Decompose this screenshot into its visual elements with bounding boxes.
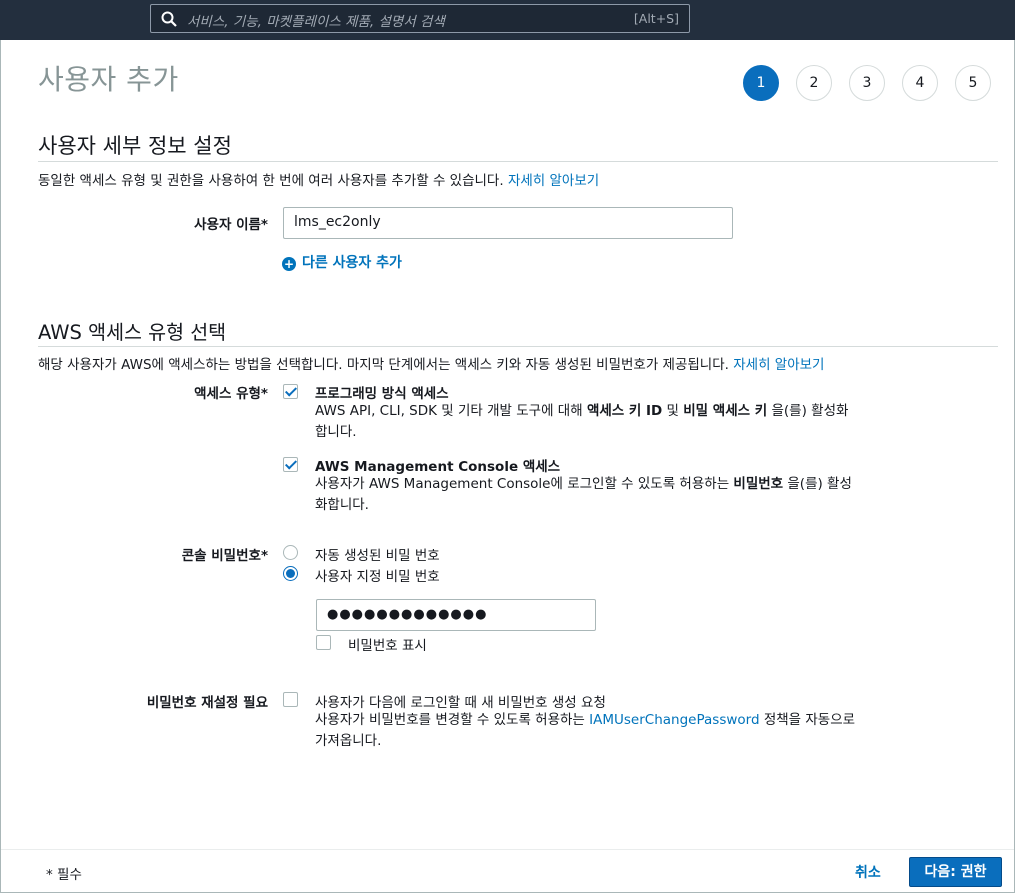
access-type-label: 액세스 유형* xyxy=(194,386,268,402)
prog-desc-1: AWS API, CLI, SDK 및 기타 개발 도구에 대해 xyxy=(315,403,587,419)
prog-desc-2: 및 xyxy=(662,403,684,419)
user-details-description: 동일한 액세스 유형 및 권한을 사용하여 한 번에 여러 사용자를 추가할 수… xyxy=(38,169,599,189)
console-password-label: 콘솔 비밀번호* xyxy=(181,548,268,564)
search-shortcut: [Alt+S] xyxy=(633,11,679,26)
cancel-button[interactable]: 취소 xyxy=(855,862,881,882)
search-icon xyxy=(161,11,177,27)
console-desc-1: 사용자가 AWS Management Console에 로그인할 수 있도록 … xyxy=(315,476,734,492)
user-details-desc-text: 동일한 액세스 유형 및 권한을 사용하여 한 번에 여러 사용자를 추가할 수… xyxy=(38,173,508,189)
add-another-user-button[interactable]: + 다른 사용자 추가 xyxy=(282,252,402,272)
top-navigation-bar: 서비스, 기능, 마켓플레이스 제품, 설명서 검색 [Alt+S] xyxy=(0,0,1015,40)
auto-password-radio[interactable] xyxy=(283,545,298,560)
prog-desc-bold-2: 비밀 액세스 키 xyxy=(683,403,768,419)
password-reset-checkbox[interactable] xyxy=(283,692,298,707)
auto-password-label: 자동 생성된 비밀 번호 xyxy=(315,548,440,564)
username-input[interactable]: lms_ec2only xyxy=(283,207,733,239)
step-3[interactable]: 3 xyxy=(849,65,885,101)
user-details-title: 사용자 세부 정보 설정 xyxy=(38,134,232,158)
policy-link[interactable]: IAMUserChangePassword xyxy=(589,712,759,728)
section-divider xyxy=(38,161,998,162)
access-type-title: AWS 액세스 유형 선택 xyxy=(38,321,227,344)
programmatic-access-title: 프로그래밍 방식 액세스 xyxy=(315,386,449,402)
console-access-checkbox[interactable] xyxy=(283,457,298,472)
console-access-title: AWS Management Console 액세스 xyxy=(315,459,561,475)
console-access-description: 사용자가 AWS Management Console에 로그인할 수 있도록 … xyxy=(315,474,860,516)
password-input[interactable]: ●●●●●●●●●●●●● xyxy=(316,599,596,631)
step-2[interactable]: 2 xyxy=(796,65,832,101)
custom-password-radio[interactable] xyxy=(283,566,298,581)
plus-circle-icon: + xyxy=(282,257,296,271)
password-reset-description: 사용자가 비밀번호를 변경할 수 있도록 허용하는 IAMUserChangeP… xyxy=(315,710,860,752)
next-permissions-button[interactable]: 다음: 권한 xyxy=(909,857,1002,887)
section-divider xyxy=(38,346,998,347)
password-reset-title: 사용자가 다음에 로그인할 때 새 비밀번호 생성 요청 xyxy=(315,695,606,711)
learn-more-link[interactable]: 자세히 알아보기 xyxy=(508,173,599,189)
programmatic-access-description: AWS API, CLI, SDK 및 기타 개발 도구에 대해 액세스 키 I… xyxy=(315,401,860,443)
step-5[interactable]: 5 xyxy=(955,65,991,101)
step-1[interactable]: 1 xyxy=(743,65,779,101)
search-box[interactable]: 서비스, 기능, 마켓플레이스 제품, 설명서 검색 [Alt+S] xyxy=(150,4,690,33)
show-password-checkbox[interactable] xyxy=(316,635,331,650)
access-type-description: 해당 사용자가 AWS에 액세스하는 방법을 선택합니다. 마지막 단계에서는 … xyxy=(38,353,824,373)
username-label: 사용자 이름* xyxy=(194,217,268,233)
show-password-label: 비밀번호 표시 xyxy=(348,638,427,654)
page-title: 사용자 추가 xyxy=(38,63,179,96)
footer-divider xyxy=(1,849,1014,850)
custom-password-label: 사용자 지정 비밀 번호 xyxy=(315,569,440,585)
add-user-label: 다른 사용자 추가 xyxy=(302,255,402,271)
step-4[interactable]: 4 xyxy=(902,65,938,101)
prog-desc-bold-1: 액세스 키 ID xyxy=(586,403,663,419)
reset-desc-1: 사용자가 비밀번호를 변경할 수 있도록 허용하는 xyxy=(315,712,590,728)
learn-more-link[interactable]: 자세히 알아보기 xyxy=(733,357,824,373)
programmatic-access-checkbox[interactable] xyxy=(283,384,298,399)
search-placeholder: 서비스, 기능, 마켓플레이스 제품, 설명서 검색 xyxy=(187,14,445,30)
access-desc-text: 해당 사용자가 AWS에 액세스하는 방법을 선택합니다. 마지막 단계에서는 … xyxy=(38,357,734,373)
password-reset-label: 비밀번호 재설정 필요 xyxy=(146,695,268,711)
console-desc-bold-1: 비밀번호 xyxy=(733,476,784,492)
required-note: * 필수 xyxy=(46,867,82,883)
